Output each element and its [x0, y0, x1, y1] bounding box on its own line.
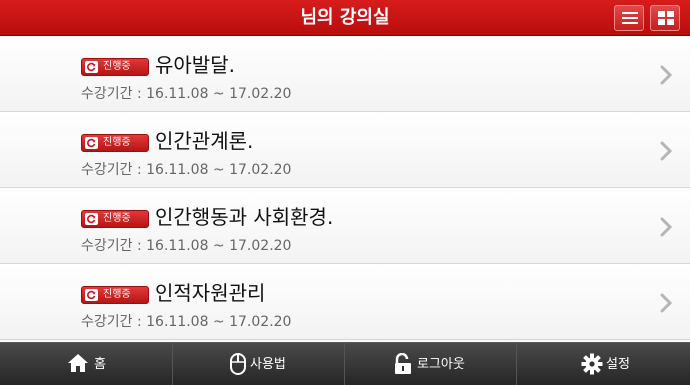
page-title: 님의 강의실 — [300, 7, 390, 28]
refresh-icon — [85, 213, 98, 225]
unlock-icon — [395, 353, 411, 374]
course-title: 인적자원관리 — [155, 281, 266, 305]
status-badge: 진행중 — [81, 134, 149, 152]
chevron-right-icon — [660, 65, 672, 85]
nav-logout-label: 로그아웃 — [417, 357, 465, 372]
refresh-icon — [85, 137, 98, 149]
home-icon — [68, 354, 88, 372]
course-row[interactable]: 진행중 인간관계론. 수강기간 : 16.11.08 ~ 17.02.20 — [0, 112, 690, 188]
course-period: 수강기간 : 16.11.08 ~ 17.02.20 — [81, 86, 292, 102]
course-period: 수강기간 : 16.11.08 ~ 17.02.20 — [81, 314, 292, 330]
chevron-right-icon — [660, 217, 672, 237]
course-row[interactable]: 진행중 인적자원관리 수강기간 : 16.11.08 ~ 17.02.20 — [0, 264, 690, 340]
list-view-button[interactable] — [614, 5, 644, 31]
status-badge: 진행중 — [81, 58, 149, 76]
status-badge: 진행중 — [81, 286, 149, 304]
status-badge-label: 진행중 — [103, 137, 131, 148]
gear-icon — [581, 353, 603, 375]
course-period: 수강기간 : 16.11.08 ~ 17.02.20 — [81, 238, 292, 254]
grid-icon — [658, 11, 674, 25]
nav-home-label: 홈 — [94, 357, 106, 372]
course-row[interactable]: 진행중 인간행동과 사회환경. 수강기간 : 16.11.08 ~ 17.02.… — [0, 188, 690, 264]
nav-settings-button[interactable]: 설정 — [517, 343, 690, 385]
status-badge: 진행중 — [81, 210, 149, 228]
mouse-icon — [230, 353, 246, 375]
course-period: 수강기간 : 16.11.08 ~ 17.02.20 — [81, 162, 292, 178]
course-title: 인간행동과 사회환경. — [155, 205, 334, 229]
chevron-right-icon — [660, 293, 672, 313]
course-list: 진행중 유아발달. 수강기간 : 16.11.08 ~ 17.02.20 진행중… — [0, 36, 690, 342]
header-bar: 님의 강의실 — [0, 0, 690, 36]
nav-usage-label: 사용법 — [250, 357, 286, 372]
status-badge-label: 진행중 — [103, 289, 131, 300]
list-icon — [622, 12, 638, 24]
chevron-right-icon — [660, 141, 672, 161]
nav-home-button[interactable]: 홈 — [0, 343, 172, 385]
status-badge-label: 진행중 — [103, 213, 131, 224]
course-row[interactable]: 진행중 유아발달. 수강기간 : 16.11.08 ~ 17.02.20 — [0, 36, 690, 112]
bottom-nav: 홈 사용법 로그아웃 설정 — [0, 342, 690, 385]
grid-view-button[interactable] — [650, 5, 680, 31]
refresh-icon — [85, 61, 98, 73]
nav-settings-label: 설정 — [606, 357, 630, 372]
nav-usage-button[interactable]: 사용법 — [173, 343, 345, 385]
refresh-icon — [85, 289, 98, 301]
course-title: 인간관계론. — [155, 129, 254, 153]
nav-logout-button[interactable]: 로그아웃 — [345, 343, 517, 385]
course-title: 유아발달. — [155, 53, 235, 77]
status-badge-label: 진행중 — [103, 61, 131, 72]
